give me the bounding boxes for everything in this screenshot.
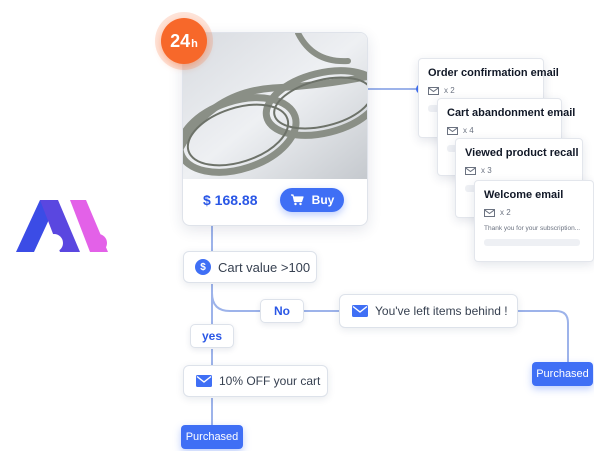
left-items-label: You've left items behind ! bbox=[375, 304, 508, 318]
24h-badge-inner: 24 h bbox=[161, 18, 207, 64]
envelope-icon bbox=[196, 375, 212, 387]
yes-branch-label: yes bbox=[190, 324, 234, 348]
email-count-row: x 2 bbox=[484, 208, 584, 217]
email-title: Cart abandonment email bbox=[447, 107, 576, 119]
logo-mark bbox=[16, 200, 108, 252]
email-count: x 4 bbox=[463, 126, 474, 135]
email-title: Welcome email bbox=[484, 189, 564, 201]
email-count: x 2 bbox=[500, 208, 511, 217]
left-items-node[interactable]: You've left items behind ! bbox=[339, 294, 518, 328]
buy-button[interactable]: Buy bbox=[280, 188, 344, 212]
discount-label: 10% OFF your cart bbox=[219, 374, 321, 388]
purchased-left-button[interactable]: Purchased bbox=[181, 425, 243, 449]
email-body: Thank you for your subscription... bbox=[484, 225, 581, 232]
product-image bbox=[183, 33, 367, 179]
purchased-right-button[interactable]: Purchased bbox=[532, 362, 593, 386]
discount-node[interactable]: 10% OFF your cart bbox=[183, 365, 328, 397]
condition-label: Cart value >100 bbox=[218, 259, 311, 275]
dollar-icon: $ bbox=[195, 259, 211, 275]
email-count-row: x 4 bbox=[447, 126, 552, 135]
envelope-outline-icon bbox=[465, 166, 476, 175]
product-card: $ 168.88 Buy bbox=[182, 32, 368, 226]
condition-node[interactable]: $ Cart value >100 bbox=[183, 251, 317, 283]
product-price: $ 168.88 bbox=[203, 192, 258, 208]
email-count: x 2 bbox=[444, 86, 455, 95]
badge-unit: h bbox=[191, 37, 198, 50]
email-count-row: x 2 bbox=[428, 86, 534, 95]
buy-label: Buy bbox=[311, 193, 335, 207]
no-branch-label: No bbox=[260, 299, 304, 323]
placeholder-bar bbox=[484, 239, 580, 246]
email-card-welcome[interactable]: Welcome email x 2 Thank you for your sub… bbox=[474, 180, 594, 262]
email-count: x 3 bbox=[481, 166, 492, 175]
email-title: Viewed product recall bbox=[465, 147, 579, 159]
envelope-outline-icon bbox=[484, 208, 495, 217]
envelope-outline-icon bbox=[428, 86, 439, 95]
cart-icon bbox=[290, 194, 304, 206]
badge-number: 24 bbox=[170, 30, 191, 51]
envelope-outline-icon bbox=[447, 126, 458, 135]
email-title: Order confirmation email bbox=[428, 67, 559, 79]
email-count-row: x 3 bbox=[465, 166, 573, 175]
envelope-icon bbox=[352, 305, 368, 317]
